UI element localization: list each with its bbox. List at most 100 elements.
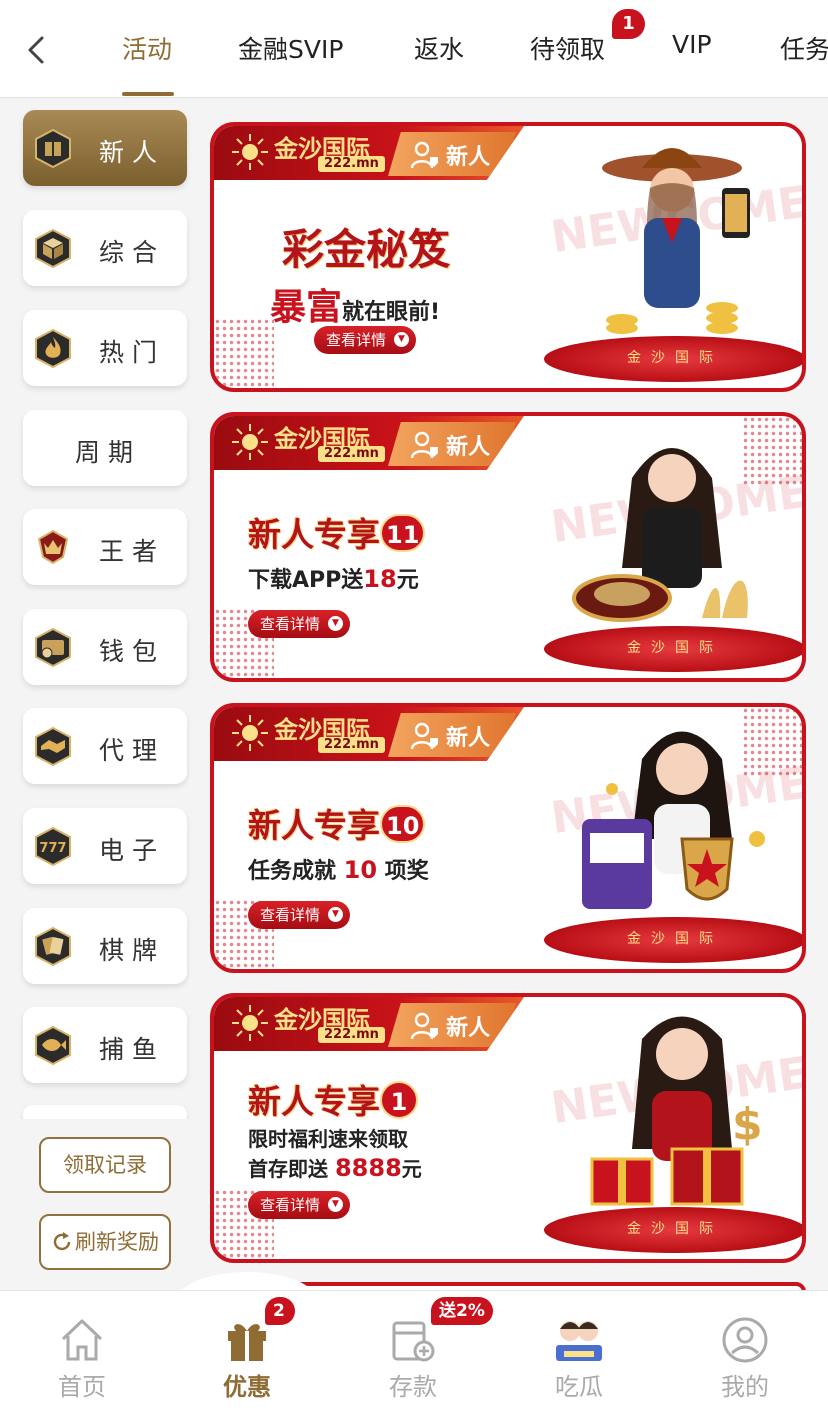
view-details-button[interactable]: 查看详情 [248, 901, 351, 929]
newcomer-tag: 新人 [388, 422, 516, 466]
sidebar-item-general[interactable]: 综合 [23, 210, 187, 286]
sidebar-item-label: 钱包 [99, 637, 166, 666]
promo-card-3[interactable]: 金沙国际 222.mn 新人 NEWCOMER 金沙国际 新人专享10 任务成就… [210, 703, 806, 973]
nav-deposit[interactable]: 存款 [363, 1315, 463, 1402]
tab-vip[interactable]: VIP [672, 30, 712, 59]
nav-gossip[interactable]: 吃瓜 [529, 1315, 629, 1402]
newcomer-tag: 新人 [388, 1003, 516, 1047]
back-arrow-icon[interactable] [22, 30, 52, 70]
card-header: 金沙国际 222.mn 新人 [214, 126, 524, 180]
card-header: 金沙国际 222.mn 新人 [214, 997, 524, 1051]
sidebar-item-king[interactable]: 王者 [23, 509, 187, 585]
sidebar-item-label: 代理 [99, 736, 166, 765]
model-slot-trophy-illustration [582, 731, 765, 909]
playing-cards-icon [35, 926, 71, 966]
crown-emblem-icon [37, 529, 69, 565]
view-details-button[interactable]: 查看详情 [248, 1191, 351, 1219]
sidebar-item-label: 周期 [75, 438, 142, 467]
tab-pending-claim[interactable]: 待领取 [530, 30, 605, 66]
sidebar-item-label: 新人 [99, 138, 166, 167]
refresh-icon [53, 1232, 71, 1251]
tab-tasks[interactable]: 任务 [780, 30, 828, 66]
sun-logo-icon [232, 424, 268, 460]
promo-number-badge: 1 [380, 1081, 418, 1119]
fish-icon [35, 1025, 71, 1065]
sidebar-item-label: 棋牌 [99, 936, 166, 965]
claim-record-button[interactable]: 领取记录 [39, 1137, 171, 1193]
sidebar-item-label: 电子 [99, 836, 166, 865]
sun-logo-icon [232, 715, 268, 751]
sidebar-item-slots[interactable]: 777 电子 [23, 808, 187, 884]
promo-number-badge: 10 [380, 805, 426, 843]
category-tabs: 活动 金融SVIP 返水 待领取 VIP 任务 [90, 0, 828, 98]
nav-profile[interactable]: 我的 [695, 1315, 795, 1402]
sidebar-item-label: 王者 [99, 537, 166, 566]
sidebar-item-periodic[interactable]: 周期 [23, 410, 187, 486]
handshake-icon [35, 726, 71, 766]
user-shield-icon [410, 141, 438, 169]
user-shield-icon [410, 1012, 438, 1040]
brand-url: 222.mn [318, 737, 385, 753]
category-sidebar: 新人 综合 热门 周期 王者 钱包 代理 777 电子 棋牌 捕鱼 [0, 99, 205, 1119]
sidebar-item-partial [23, 1105, 187, 1119]
refresh-rewards-label: 刷新奖励 [75, 1230, 159, 1254]
svg-text:777: 777 [39, 841, 66, 856]
sidebar-item-fishing[interactable]: 捕鱼 [23, 1007, 187, 1083]
active-tab-indicator [122, 92, 174, 96]
card-header: 金沙国际 222.mn 新人 [214, 416, 524, 470]
promo-title: 彩金秘笈 [282, 225, 451, 274]
promo-card-4[interactable]: 金沙国际 222.mn 新人 NEWCOMER 金沙国际 $ 新人专享1 限时福… [210, 993, 806, 1263]
offers-badge: 2 [265, 1297, 295, 1325]
user-shield-icon [410, 722, 438, 750]
promo-title: 新人专享 11 [248, 508, 426, 556]
promo-card-2[interactable]: 金沙国际 222.mn 新人 NEWCOMER 金沙国际 新人专享11 下载AP… [210, 412, 806, 682]
sun-logo-icon [232, 134, 268, 170]
tab-rebate[interactable]: 返水 [414, 30, 464, 66]
slot-777-icon: 777 [35, 826, 71, 866]
nav-offers[interactable]: 优惠 [197, 1315, 297, 1402]
model-gift-dollar-illustration: $ [590, 1016, 763, 1206]
promo-title: 新人专享 10 [248, 799, 426, 847]
brand-url: 222.mn [318, 446, 385, 462]
deposit-bonus-badge: 送2% [431, 1297, 493, 1325]
promo-number-badge: 11 [380, 514, 426, 552]
promo-line: 任务成就 10 项奖 [248, 856, 429, 884]
sidebar-item-label: 综合 [99, 238, 166, 267]
model-roulette-illustration [572, 448, 748, 622]
decor-dots [214, 318, 274, 388]
brand-url: 222.mn [318, 156, 385, 172]
svg-text:$: $ [732, 1099, 763, 1150]
home-icon [61, 1319, 103, 1361]
refresh-rewards-button[interactable]: 刷新奖励 [39, 1214, 171, 1270]
cowgirl-mascot-illustration [602, 148, 750, 334]
newcomer-tag: 新人 [388, 713, 516, 757]
sidebar-item-agent[interactable]: 代理 [23, 708, 187, 784]
promo-avatar-icon [556, 1321, 602, 1361]
card-header: 金沙国际 222.mn 新人 [214, 707, 524, 761]
bottom-nav: 首页 优惠 2 存款 送2% 吃瓜 我的 [0, 1290, 828, 1428]
promo-title: 新人专享 1 [248, 1075, 418, 1123]
brand-url: 222.mn [318, 1027, 385, 1043]
view-details-button[interactable]: 查看详情 [248, 610, 351, 638]
view-details-button[interactable]: 查看详情 [314, 326, 417, 354]
tab-activity[interactable]: 活动 [122, 30, 172, 66]
promo-line-2: 首存即送 8888元 [248, 1154, 422, 1182]
newcomer-tag: 新人 [388, 132, 516, 176]
sidebar-item-wallet[interactable]: 钱包 [23, 609, 187, 685]
flame-icon [35, 328, 71, 368]
promo-subtitle: 暴富就在眼前! [270, 286, 441, 328]
promo-card-1[interactable]: 金沙国际 222.mn 新人 NEWCOMER 金沙国际 彩金秘笈 暴富就在眼前… [210, 122, 806, 392]
sidebar-item-cards[interactable]: 棋牌 [23, 908, 187, 984]
profile-icon [722, 1317, 768, 1363]
sidebar-item-label: 热门 [99, 338, 166, 367]
sidebar-item-newcomer[interactable]: 新人 [23, 110, 187, 186]
pending-claim-badge: 1 [612, 9, 645, 39]
top-nav-bar: 活动 金融SVIP 返水 待领取 VIP 任务 1 [0, 0, 828, 98]
promo-line-1: 限时福利速来领取 [248, 1127, 408, 1151]
tab-finance-svip[interactable]: 金融SVIP [238, 30, 343, 66]
nav-home[interactable]: 首页 [32, 1315, 132, 1402]
user-shield-icon [410, 431, 438, 459]
promo-line: 下载APP送18元 [248, 565, 419, 593]
sidebar-item-hot[interactable]: 热门 [23, 310, 187, 386]
sidebar-item-label: 捕鱼 [99, 1035, 166, 1064]
